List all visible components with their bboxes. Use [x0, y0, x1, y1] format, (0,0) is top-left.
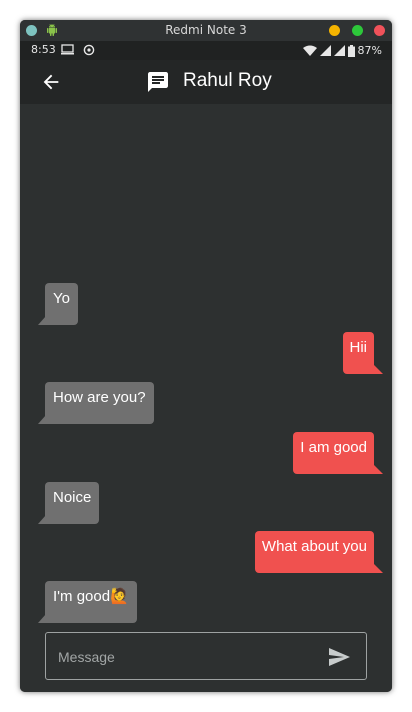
status-time: 8:53	[31, 43, 56, 56]
battery-level: 87%	[357, 44, 382, 57]
chat-message-list[interactable]: Yo Hii How are you? I am good Noice What…	[20, 104, 392, 692]
close-button[interactable]	[374, 25, 385, 36]
contact-name: Rahul Roy	[183, 70, 272, 91]
sent-message[interactable]: I am good	[293, 432, 374, 474]
status-right-icons: 87%	[302, 44, 382, 57]
app-bar: Rahul Roy	[20, 60, 392, 104]
received-message[interactable]: Yo	[38, 283, 78, 325]
signal-icon	[319, 45, 331, 56]
message-input[interactable]	[56, 643, 310, 671]
received-message[interactable]: Noice	[37, 482, 100, 524]
maximize-button[interactable]	[352, 25, 363, 36]
message-icon	[148, 72, 168, 92]
wifi-icon	[302, 45, 317, 56]
sent-message[interactable]: Hii	[342, 332, 374, 374]
battery-icon	[347, 44, 355, 57]
minimize-button[interactable]	[329, 25, 340, 36]
status-left-icons	[61, 44, 95, 57]
signal-icon	[333, 45, 345, 56]
arrow-left-icon[interactable]	[40, 71, 62, 93]
sync-icon	[83, 44, 94, 56]
emulator-window: Redmi Note 3 8:53 87% Rahul Roy Yo Hii H…	[20, 20, 392, 692]
window-titlebar: Redmi Note 3	[20, 20, 392, 41]
received-message[interactable]: How are you?	[38, 382, 154, 424]
message-composer	[45, 632, 367, 680]
sent-message[interactable]: What about you	[254, 531, 374, 573]
screen-cast-icon	[61, 44, 74, 55]
received-message[interactable]: I'm good🙋	[38, 581, 137, 623]
status-bar: 8:53 87%	[20, 41, 392, 60]
send-icon[interactable]	[326, 645, 352, 669]
